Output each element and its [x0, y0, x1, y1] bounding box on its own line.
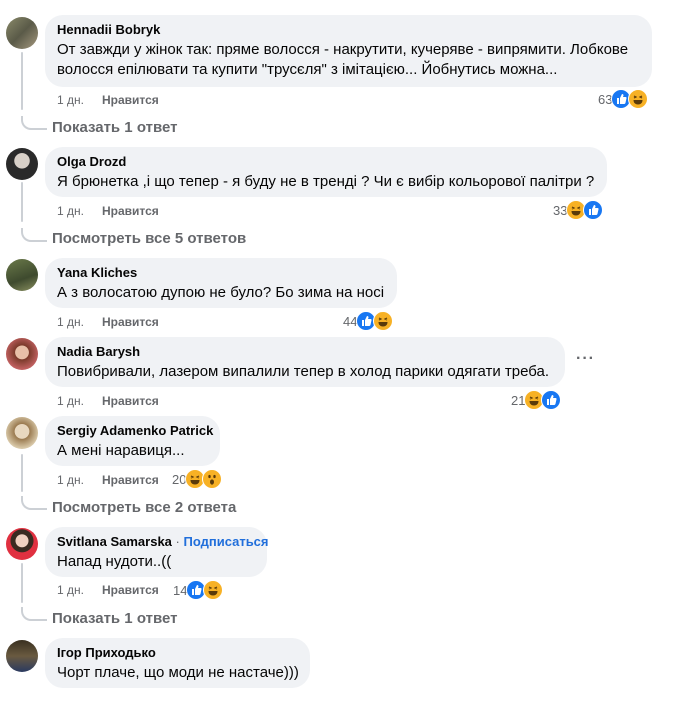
more-options-button[interactable]: ··· [576, 350, 595, 368]
reactions-summary[interactable]: 63 [598, 89, 649, 109]
like-button[interactable]: Нравится [102, 204, 159, 218]
comment-bubble: Nadia Barysh Повибривали, лазером випали… [45, 337, 565, 387]
reaction-count: 44 [343, 313, 358, 329]
reaction-count: 63 [598, 91, 613, 107]
comment-time[interactable]: 1 дн. [57, 473, 84, 487]
reactions-summary[interactable]: 44 [343, 311, 394, 331]
comment-author[interactable]: Sergiy Adamenko Patrick [57, 423, 213, 439]
reaction-count: 33 [553, 202, 568, 218]
comment-meta: 1 дн. Нравится [57, 472, 159, 488]
like-icon [583, 200, 604, 220]
avatar[interactable] [6, 17, 38, 49]
avatar[interactable] [6, 338, 38, 370]
comment-text: Я брюнетка ,і що тепер - я буду не в тре… [57, 173, 595, 190]
comment-meta: 1 дн. Нравится [57, 582, 159, 598]
comment-time[interactable]: 1 дн. [57, 315, 84, 329]
comment-meta: 1 дн. Нравится [57, 203, 159, 219]
show-replies-link[interactable]: Посмотреть все 2 ответа [52, 498, 236, 518]
like-button[interactable]: Нравится [102, 93, 159, 107]
comment-text: Напад нудоти..(( [57, 553, 172, 570]
comment-bubble: Sergiy Adamenko Patrick А мені наравиця.… [45, 416, 220, 466]
like-button[interactable]: Нравится [102, 394, 159, 408]
show-replies-link[interactable]: Посмотреть все 5 ответов [52, 229, 246, 249]
comment-time[interactable]: 1 дн. [57, 93, 84, 107]
comment-text: Повибривали, лазером випалили тепер в хо… [57, 363, 550, 380]
haha-icon [203, 580, 224, 600]
comment-text: А мені наравиця... [57, 442, 185, 459]
comment-time[interactable]: 1 дн. [57, 583, 84, 597]
comment-text: Чорт плаче, що моди не настаче))) [57, 664, 299, 681]
reactions-summary[interactable]: 14 [173, 580, 224, 600]
comment-text: А з волосатою дупою не було? Бо зима на … [57, 284, 385, 301]
show-replies-link[interactable]: Показать 1 ответ [52, 118, 177, 138]
comment-meta: 1 дн. Нравится [57, 314, 159, 330]
reactions-summary[interactable]: 20 [172, 469, 223, 489]
comment-author[interactable]: Yana Kliches [57, 265, 385, 281]
separator-dot: · [175, 534, 180, 549]
avatar[interactable] [6, 528, 38, 560]
comment-bubble: Ігор Приходько Чорт плаче, що моди не на… [45, 638, 310, 688]
reactions-summary[interactable]: 33 [553, 200, 604, 220]
comment-author-name[interactable]: Svitlana Samarska [57, 534, 172, 549]
comment-bubble: Svitlana Samarska · Подписаться Напад ну… [45, 527, 269, 577]
comment-meta: 1 дн. Нравится [57, 393, 159, 409]
haha-icon [628, 89, 649, 109]
avatar[interactable] [6, 259, 38, 291]
like-icon [541, 390, 562, 410]
comment-author: Svitlana Samarska · Подписаться [57, 534, 269, 550]
comment-author[interactable]: Ігор Приходько [57, 645, 298, 661]
avatar[interactable] [6, 640, 38, 672]
comment-bubble: Olga Drozd Я брюнетка ,і що тепер - я бу… [45, 147, 607, 197]
comment-author[interactable]: Olga Drozd [57, 154, 595, 170]
avatar[interactable] [6, 417, 38, 449]
like-button[interactable]: Нравится [102, 315, 159, 329]
like-button[interactable]: Нравится [102, 583, 159, 597]
comment-meta: 1 дн. Нравится [57, 92, 159, 108]
haha-icon [373, 311, 394, 331]
comment-bubble: Hennadii Bobryk От завжди у жінок так: п… [45, 15, 652, 87]
like-button[interactable]: Нравится [102, 473, 159, 487]
comment-author[interactable]: Nadia Barysh [57, 344, 553, 360]
reaction-count: 20 [172, 471, 187, 487]
follow-link[interactable]: Подписаться [184, 534, 269, 549]
wow-icon [202, 469, 223, 489]
comment-time[interactable]: 1 дн. [57, 204, 84, 218]
reaction-count: 14 [173, 582, 188, 598]
comment-bubble: Yana Kliches А з волосатою дупою не було… [45, 258, 397, 308]
comment-text-line: От завжди у жінок так: пряме волосся - н… [57, 41, 629, 58]
comment-time[interactable]: 1 дн. [57, 394, 84, 408]
comment-text-line: волосся епілювати та купити "трусєля" з … [57, 61, 558, 78]
comment-author[interactable]: Hennadii Bobryk [57, 22, 640, 38]
show-replies-link[interactable]: Показать 1 ответ [52, 609, 177, 629]
reaction-count: 21 [511, 392, 526, 408]
avatar[interactable] [6, 148, 38, 180]
reactions-summary[interactable]: 21 [511, 390, 562, 410]
